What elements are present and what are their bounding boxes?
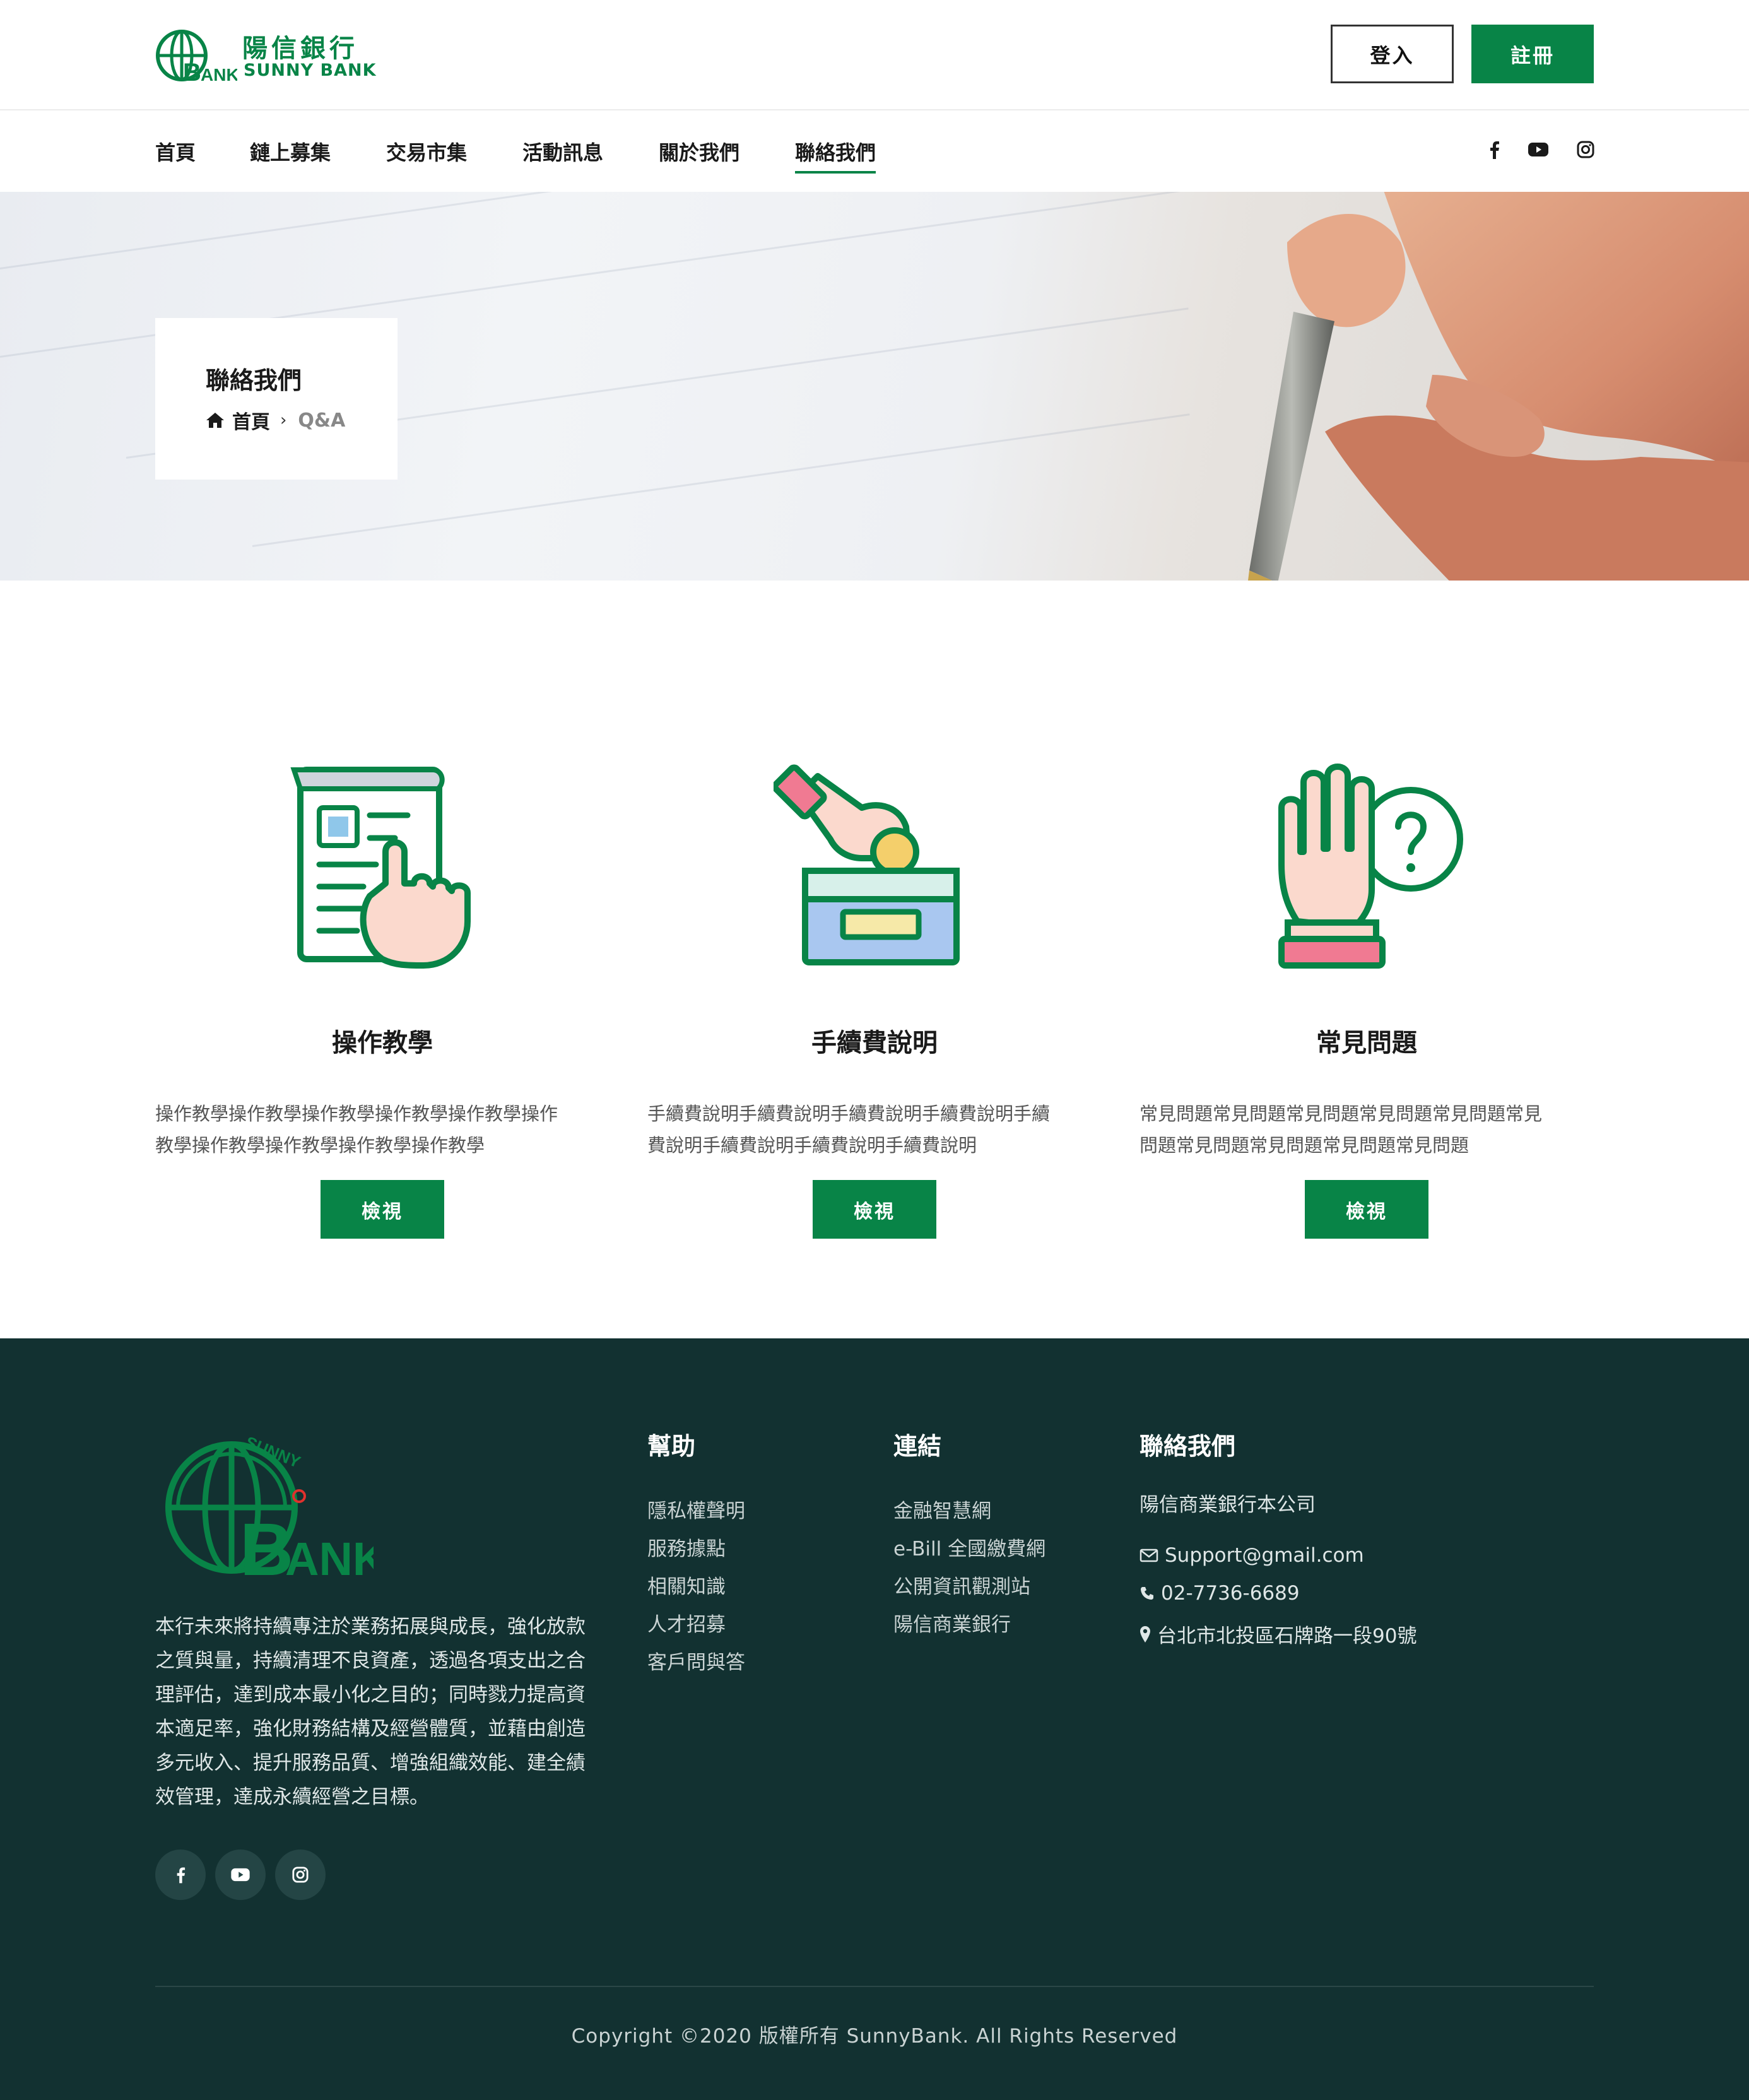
desc-line: 操作教學操作教學操作教學操作教學操作教學操作 [155, 1103, 558, 1124]
about-line: 效管理，達成永續經營之目標。 [155, 1786, 429, 1808]
nav-item-events[interactable]: 活動訊息 [522, 137, 603, 171]
feature-description: 常見問題常見問題常見問題常見問題常見問題常見 問題常見問題常見問題常見問題常見問題 [1140, 1098, 1594, 1161]
envelope-icon [1140, 1548, 1158, 1562]
feature-title: 操作教學 [332, 1029, 433, 1058]
footer-address: 台北市北投區石牌路一段90號 [1140, 1620, 1416, 1648]
footer-links-heading: 連結 [893, 1432, 942, 1460]
nav-item-about[interactable]: 關於我們 [659, 137, 739, 171]
youtube-icon[interactable] [1526, 137, 1551, 162]
hero-banner: 聯絡我們 首頁 › Q&A [0, 192, 1749, 581]
chevron-right-icon: › [280, 411, 287, 430]
footer-link-careers[interactable]: 人才招募 [647, 1608, 726, 1637]
about-line: 本適足率，強化財務結構及經營體質，並藉由創造 [155, 1718, 586, 1740]
view-fees-button[interactable]: 檢視 [813, 1180, 936, 1239]
about-line: 本行未來將持續專注於業務拓展與成長，強化放款 [155, 1615, 586, 1638]
facebook-icon[interactable] [1481, 137, 1507, 162]
feature-card-tutorial: 操作教學 操作教學操作教學操作教學操作教學操作教學操作 教學操作教學操作教學操作教… [155, 757, 610, 1249]
nav-item-fundraising[interactable]: 鏈上募集 [250, 137, 331, 171]
home-icon [206, 413, 224, 428]
sunny-bank-globe-logo-icon: B ANK SUNNY [165, 1432, 386, 1591]
phone-icon [1141, 1587, 1153, 1600]
instagram-icon[interactable] [1573, 137, 1598, 162]
about-line: 理評估，達到成本最小化之目的；同時戮力提高資 [155, 1684, 586, 1706]
footer-facebook-icon[interactable] [155, 1849, 206, 1900]
footer-company-name: 陽信商業銀行本公司 [1140, 1489, 1316, 1517]
about-text: 本行未來將持續專注於業務拓展與成長，強化放款 之質與量，持續清理不良資產，透過各… [155, 1610, 610, 1814]
footer-instagram-icon[interactable] [275, 1849, 326, 1900]
footer-link-privacy[interactable]: 隱私權聲明 [647, 1495, 745, 1523]
feature-card-faq: 常見問題 常見問題常見問題常見問題常見問題常見問題常見 問題常見問題常見問題常見問… [1140, 757, 1594, 1249]
footer-email[interactable]: Support@gmail.com [1140, 1544, 1364, 1567]
footer-link-locations[interactable]: 服務據點 [647, 1533, 726, 1561]
globe-logo-icon: B ANK [156, 30, 237, 85]
desc-line: 費說明手續費說明手續費說明手續費說明 [647, 1135, 977, 1156]
copyright-text: Copyright ©2020 版權所有 SunnyBank. All Righ… [571, 2025, 1178, 2048]
feature-description: 手續費說明手續費說明手續費說明手續費說明手續 費說明手續費說明手續費說明手續費說明 [647, 1098, 1102, 1161]
breadcrumb-card: 聯絡我們 首頁 › Q&A [155, 318, 398, 480]
bank-logo[interactable]: B ANK 陽信銀行 SUNNY BANK [155, 25, 376, 86]
company-text: 陽信商業銀行本公司 [1140, 1494, 1316, 1516]
nav-item-home[interactable]: 首頁 [155, 137, 196, 171]
footer-phone[interactable]: 02-7736-6689 [1140, 1582, 1300, 1605]
footer-link-ebill[interactable]: e-Bill 全國繳費網 [893, 1533, 1045, 1561]
footer-youtube-icon[interactable] [215, 1849, 266, 1900]
footer-logo[interactable]: B ANK SUNNY [165, 1432, 386, 1591]
top-header: B ANK 陽信銀行 SUNNY BANK 登入 註冊 [0, 0, 1749, 110]
about-line: 多元收入、提升服務品質、增強組織效能、建全績 [155, 1752, 586, 1774]
phone-text: 02-7736-6689 [1161, 1582, 1300, 1605]
address-text: 台北市北投區石牌路一段90號 [1157, 1625, 1417, 1648]
view-faq-button[interactable]: 檢視 [1305, 1180, 1428, 1239]
footer-link-mops[interactable]: 公開資訊觀測站 [893, 1571, 1030, 1599]
page-title: 聯絡我們 [206, 367, 302, 394]
feature-title: 常見問題 [1316, 1029, 1417, 1058]
about-line: 之質與量，持續清理不良資產，透過各項支出之合 [155, 1649, 586, 1672]
feature-card-fees: 手續費說明 手續費說明手續費說明手續費說明手續費說明手續 費說明手續費說明手續費說… [647, 757, 1102, 1249]
nav-item-contact[interactable]: 聯絡我們 [795, 137, 876, 174]
desc-line: 手續費說明手續費說明手續費說明手續費說明手續 [647, 1103, 1051, 1124]
hand-with-pen-image [1248, 192, 1749, 581]
nav-item-marketplace[interactable]: 交易市集 [386, 137, 467, 171]
feature-title: 手續費說明 [811, 1029, 938, 1058]
footer-link-knowledge[interactable]: 相關知識 [647, 1571, 726, 1599]
breadcrumb: 首頁 › Q&A [206, 406, 345, 434]
main-nav: 首頁 鏈上募集 交易市集 活動訊息 關於我們 聯絡我們 [0, 112, 1749, 192]
desc-line: 常見問題常見問題常見問題常見問題常見問題常見 [1140, 1103, 1543, 1124]
footer-contact-heading: 聯絡我們 [1140, 1432, 1236, 1460]
view-tutorial-button[interactable]: 檢視 [321, 1180, 444, 1239]
svg-text:B: B [183, 59, 201, 85]
paper-line [0, 192, 1187, 269]
breadcrumb-home-link[interactable]: 首頁 [232, 406, 270, 434]
footer-help-heading: 幫助 [647, 1432, 696, 1460]
document-tap-icon [290, 767, 471, 969]
svg-text:ANK: ANK [201, 65, 237, 85]
coin-deposit-icon [774, 764, 960, 965]
feature-description: 操作教學操作教學操作教學操作教學操作教學操作 教學操作教學操作教學操作教學操作教學 [155, 1098, 610, 1161]
footer-link-sunny-bank[interactable]: 陽信商業銀行 [893, 1608, 1011, 1637]
brand-name-en: SUNNY BANK [244, 61, 377, 80]
footer-link-finance-net[interactable]: 金融智慧網 [893, 1495, 991, 1523]
brand-name-cn: 陽信銀行 [242, 33, 358, 63]
footer-link-customer-qa[interactable]: 客戶問與答 [647, 1646, 745, 1675]
desc-line: 問題常見問題常見問題常見問題常見問題 [1140, 1135, 1469, 1156]
footer-divider [155, 1986, 1594, 1987]
breadcrumb-current: Q&A [298, 409, 346, 432]
site-footer: B ANK SUNNY 本行未來將持續專注於業務拓展與成長，強化放款 之質與量，… [0, 1338, 1749, 2100]
svg-text:ANK: ANK [285, 1533, 374, 1584]
register-button[interactable]: 註冊 [1471, 25, 1594, 83]
hand-question-icon [1278, 764, 1463, 969]
map-marker-icon [1140, 1625, 1150, 1643]
email-text: Support@gmail.com [1165, 1544, 1364, 1567]
login-button[interactable]: 登入 [1331, 25, 1454, 83]
desc-line: 教學操作教學操作教學操作教學操作教學 [155, 1135, 485, 1156]
